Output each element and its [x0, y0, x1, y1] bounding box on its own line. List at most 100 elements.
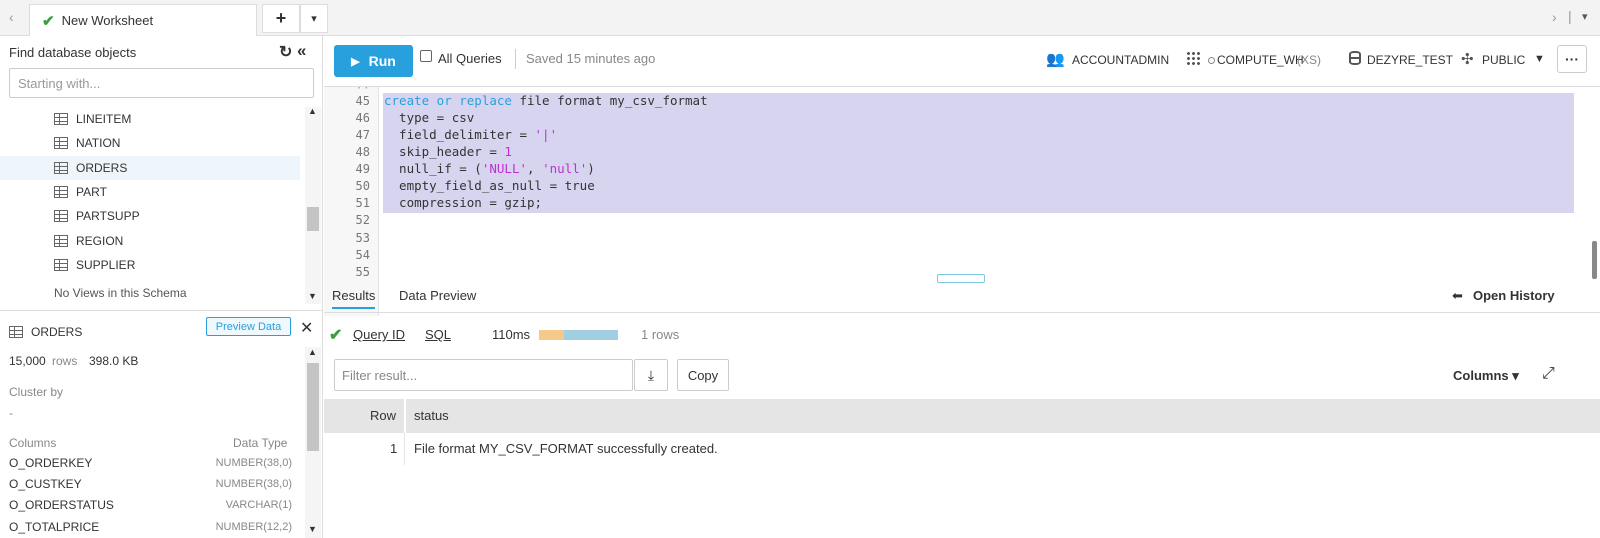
code-text: ,	[527, 161, 543, 176]
close-icon[interactable]: ✕	[300, 318, 313, 338]
chevron-right-icon[interactable]: ›	[1552, 9, 1557, 25]
refresh-icon[interactable]: ↻	[279, 42, 292, 62]
datatype-header: Data Type	[233, 436, 288, 450]
results-tab-bar: Results Data Preview ⬅ Open History	[324, 281, 1600, 313]
add-worksheet-button[interactable]: +	[262, 4, 300, 33]
warehouse-selector[interactable]: COMPUTE_WH	[1217, 53, 1304, 67]
cluster-label: Cluster by	[9, 385, 64, 399]
scroll-up-icon[interactable]: ▲	[308, 106, 317, 116]
table-icon	[54, 210, 68, 222]
header-row[interactable]: Row	[370, 408, 396, 423]
no-views-text: No Views in this Schema	[54, 286, 187, 300]
run-label: Run	[368, 53, 396, 69]
details-scrollbar[interactable]: ▲ ▼	[305, 347, 321, 538]
code-line: null_if = ('NULL', 'null')	[384, 161, 595, 176]
worksheet-main: ▶ Run All Queries Saved 15 minutes ago 👥…	[324, 36, 1600, 538]
tree-item-orders[interactable]: ORDERS	[0, 156, 300, 180]
keyword: create or replace	[384, 93, 512, 108]
line-number: 55	[355, 265, 370, 279]
schema-selector[interactable]: PUBLIC	[1482, 53, 1525, 67]
success-check-icon: ✔	[329, 327, 343, 344]
tree-item-supplier[interactable]: SUPPLIER	[0, 253, 300, 277]
checkmark-icon: ✔	[42, 12, 55, 30]
object-search-input[interactable]	[9, 68, 314, 98]
copy-button[interactable]: Copy	[677, 359, 729, 391]
tree-item-label: PART	[76, 185, 107, 199]
download-button[interactable]: ⤓	[634, 359, 668, 391]
collapse-icon[interactable]: «	[297, 41, 306, 61]
tab-new-worksheet[interactable]: ✔ New Worksheet	[29, 4, 257, 36]
tree-item-region[interactable]: REGION	[0, 229, 300, 253]
tree-item-label: PARTSUPP	[76, 209, 140, 223]
tab-bar: ‹ ✔ New Worksheet + ▾ › | ▾	[0, 0, 1600, 36]
expand-icon[interactable]: ⤢	[1542, 365, 1555, 383]
tree-item-part[interactable]: PART	[0, 180, 300, 204]
run-button[interactable]: ▶ Run	[334, 45, 413, 77]
column-name: O_ORDERSTATUS	[9, 498, 114, 512]
toolbar-divider	[515, 49, 516, 69]
code-line: empty_field_as_null = true	[384, 178, 595, 193]
all-queries-checkbox[interactable]	[420, 50, 432, 62]
table-icon	[54, 186, 68, 198]
string-literal: 'null'	[542, 161, 588, 176]
divider-icon: |	[1568, 8, 1572, 24]
tree-item-label: REGION	[76, 234, 124, 248]
warehouse-icon	[1186, 51, 1201, 65]
code-text: file format my_csv_format	[511, 93, 708, 108]
play-icon: ▶	[351, 55, 360, 68]
table-icon	[9, 326, 23, 338]
chevron-left-icon[interactable]: ‹	[9, 9, 14, 25]
table-icon	[54, 235, 68, 247]
header-status[interactable]: status	[414, 408, 449, 423]
tree-item-partsupp[interactable]: PARTSUPP	[0, 204, 300, 228]
tree-scroll-thumb[interactable]	[307, 207, 319, 231]
database-selector[interactable]: DEZYRE_TEST	[1367, 53, 1453, 67]
tree-item-label: ORDERS	[76, 161, 128, 175]
details-scroll-thumb[interactable]	[307, 363, 319, 451]
line-number: 51	[355, 196, 370, 210]
more-options-button[interactable]: ···	[1557, 45, 1587, 73]
tab-results[interactable]: Results	[332, 288, 376, 309]
query-duration: 110ms	[492, 327, 531, 342]
open-history-link[interactable]: Open History	[1473, 288, 1555, 303]
code-line: type = csv	[384, 110, 475, 125]
panel-divider	[0, 310, 323, 311]
line-number: 52	[355, 213, 370, 227]
tree-scrollbar[interactable]: ▲ ▼	[305, 106, 321, 304]
line-number: 50	[355, 179, 370, 193]
scroll-up-icon[interactable]: ▲	[308, 347, 317, 357]
status-cell: File format MY_CSV_FORMAT successfully c…	[414, 441, 718, 456]
preview-data-button[interactable]: Preview Data	[206, 317, 291, 336]
tree-item-label: LINEITEM	[76, 112, 132, 126]
string-literal: '|'	[534, 127, 558, 142]
chevron-down-icon[interactable]: ▾	[1582, 10, 1588, 23]
worksheet-menu-button[interactable]: ▾	[300, 4, 328, 33]
editor-scroll-thumb[interactable]	[1592, 241, 1597, 279]
tree-item-nation[interactable]: NATION	[0, 131, 300, 155]
column-name: O_TOTALPRICE	[9, 520, 100, 534]
chevron-down-icon[interactable]: ▼	[1534, 53, 1545, 65]
database-icon	[1349, 51, 1361, 65]
code-text: )	[587, 161, 595, 176]
role-selector[interactable]: ACCOUNTADMIN	[1072, 53, 1169, 67]
tree-item-lineitem[interactable]: LINEITEM	[0, 107, 300, 131]
all-queries-label[interactable]: All Queries	[438, 51, 502, 66]
scroll-down-icon[interactable]: ▼	[308, 524, 317, 534]
text-selection	[383, 93, 1574, 213]
number-literal: 1	[504, 144, 512, 159]
column-type: NUMBER(38,0)	[215, 478, 292, 490]
find-label: Find database objects	[9, 45, 137, 60]
row-count-result: 1 rows	[641, 327, 680, 342]
column-type: VARCHAR(1)	[225, 499, 292, 511]
table-icon	[54, 137, 68, 149]
filter-result-input[interactable]	[334, 359, 633, 391]
sql-link[interactable]: SQL	[425, 327, 451, 342]
query-id-link[interactable]: Query ID	[353, 327, 405, 342]
line-number: 47	[355, 128, 370, 142]
code-line: create or replace file format my_csv_for…	[384, 93, 708, 108]
string-literal: 'NULL'	[481, 161, 527, 176]
tab-data-preview[interactable]: Data Preview	[399, 288, 476, 303]
columns-menu[interactable]: Columns ▾	[1453, 368, 1519, 384]
scroll-down-icon[interactable]: ▼	[308, 291, 317, 301]
table-row[interactable]: 1 File format MY_CSV_FORMAT successfully…	[324, 433, 1600, 465]
